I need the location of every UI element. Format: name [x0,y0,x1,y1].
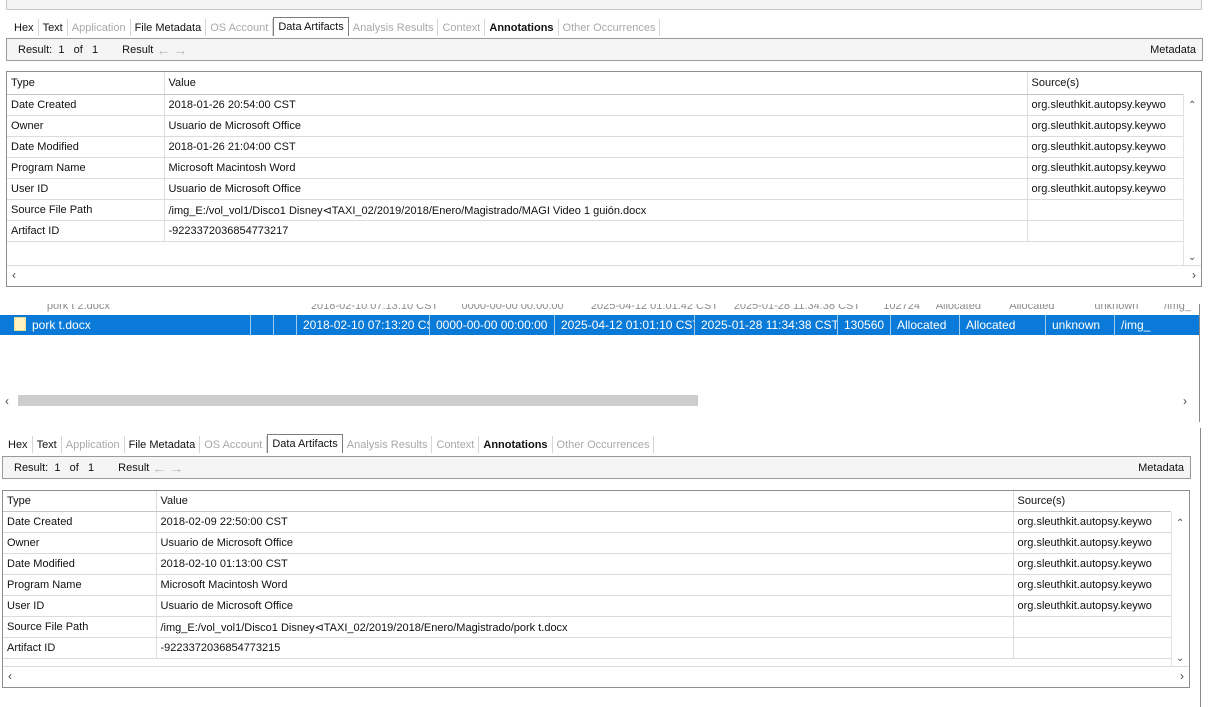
file-row-selected[interactable]: pork t.docx 2018-02-10 07:13:20 CST 0000… [0,315,1199,335]
top-frame-edge [6,0,1202,10]
table-row[interactable]: Program Name Microsoft Macintosh Word org.… [3,574,1171,596]
file-list-table: pork t 2.docx 2018-02-10 07:13:10 CST 00… [0,304,1200,422]
scroll-left-icon[interactable]: ‹ [12,268,16,282]
tab-analysis-results: Analysis Results [349,18,439,36]
tab-file-metadata[interactable]: File Metadata [125,435,201,453]
result-label: Result: 1 of 1 [14,461,95,474]
table-row[interactable]: User ID Usuario de Microsoft Office org.sl… [7,178,1183,200]
bottom-table: Type Value Source(s) Date Created 2018-02… [3,491,1171,659]
table-row[interactable]: Owner Usuario de Microsoft Office org.sleu… [3,532,1171,554]
table-row[interactable]: Source File Path/img_E:/vol_vol1/Disco1 … [3,616,1171,638]
scroll-left-icon[interactable]: ‹ [5,394,9,408]
tab-analysis-results: Analysis Results [343,435,433,453]
result-nav-label: Result [122,43,154,56]
column-header-value[interactable]: Value [156,491,1014,512]
top-horizontal-scrollbar[interactable]: ‹ › [7,265,1201,284]
arrow-left-icon[interactable]: ← [156,43,170,57]
table-row[interactable]: User ID Usuario de Microsoft Office org.sl… [3,595,1171,617]
tab-application: Application [62,435,125,453]
tab-data-artifacts[interactable]: Data Artifacts [267,434,343,453]
scroll-down-icon[interactable]: ⌄ [1188,252,1196,263]
scroll-right-icon[interactable]: › [1180,669,1184,683]
tab-annotations[interactable]: Annotations [485,18,559,36]
table-row[interactable]: Date Created 2018-02-09 22:50:00 CST org.s… [3,511,1171,533]
column-header-sources[interactable]: Source(s) [1013,491,1171,512]
tab-other-occurrences: Other Occurrences [559,18,661,36]
arrow-right-icon[interactable]: → [169,461,183,475]
table-row[interactable]: Source File Path/img_E:/vol_vol1/Disco1 … [7,199,1183,221]
column-header-value[interactable]: Value [164,72,1028,95]
scroll-left-icon[interactable]: ‹ [8,669,12,683]
tab-file-metadata[interactable]: File Metadata [131,18,207,36]
bottom-artifact-table: Type Value Source(s) Date Created 2018-02… [2,490,1190,688]
tab-other-occurrences: Other Occurrences [553,435,655,453]
tab-context: Context [438,18,486,36]
file-name-cell: pork t.docx [0,315,251,335]
word-document-icon [14,317,26,331]
column-header-type[interactable]: Type [3,491,157,512]
top-vertical-scrollbar[interactable]: ⌃ ⌄ [1183,94,1201,265]
table-row[interactable]: Date Modified 2018-02-10 01:13:00 CST org.… [3,553,1171,575]
table-row[interactable]: Date Modified 2018-01-26 21:04:00 CST org.… [7,136,1183,158]
result-nav-label: Result [118,461,150,474]
top-artifact-table: Type Value Source(s) Date Created 2018-01… [6,71,1202,287]
arrow-right-icon[interactable]: → [173,43,187,57]
metadata-label: Metadata [1138,461,1184,474]
scroll-down-icon[interactable]: ⌄ [1176,653,1184,664]
tab-text[interactable]: Text [33,435,62,453]
bottom-tab-bar: Hex Text Application File Metadata OS Ac… [4,434,655,453]
bottom-horizontal-scrollbar[interactable]: ‹ › [3,666,1189,685]
tab-hex[interactable]: Hex [10,18,39,36]
top-result-toolbar: Result: 1 of 1 Result ← → Metadata [6,38,1203,61]
scroll-right-icon[interactable]: › [1183,394,1187,408]
tab-os-account: OS Account [200,435,268,453]
table-header-row: Type Value Source(s) [7,72,1183,95]
scroll-right-icon[interactable]: › [1192,268,1196,282]
arrow-left-icon[interactable]: ← [152,461,166,475]
file-list-horizontal-scrollbar[interactable]: ‹ › [0,392,1199,410]
bottom-result-toolbar: Result: 1 of 1 Result ← → Metadata [2,456,1191,479]
top-tab-bar: Hex Text Application File Metadata OS Ac… [10,17,661,36]
tab-context: Context [432,435,480,453]
column-header-type[interactable]: Type [7,72,165,95]
scroll-up-icon[interactable]: ⌃ [1176,518,1184,529]
bottom-table-viewport: Type Value Source(s) Date Created 2018-02… [3,491,1171,666]
top-table: Type Value Source(s) Date Created 2018-01… [7,72,1183,242]
tab-os-account: OS Account [206,18,274,36]
tab-application: Application [68,18,131,36]
tab-text[interactable]: Text [39,18,68,36]
tab-hex[interactable]: Hex [4,435,33,453]
table-header-row: Type Value Source(s) [3,491,1171,512]
tab-annotations[interactable]: Annotations [479,435,553,453]
metadata-label: Metadata [1150,43,1196,56]
table-row[interactable]: Date Created 2018-01-26 20:54:00 CST org.s… [7,94,1183,116]
column-header-sources[interactable]: Source(s) [1027,72,1183,95]
table-row[interactable]: Program Name Microsoft Macintosh Word org.… [7,157,1183,179]
top-table-viewport: Type Value Source(s) Date Created 2018-01… [7,72,1183,265]
table-row[interactable]: Owner Usuario de Microsoft Office org.sleu… [7,115,1183,137]
bottom-vertical-scrollbar[interactable]: ⌃ ⌄ [1171,512,1189,666]
table-row[interactable]: Artifact ID -9223372036854773215 [3,637,1171,659]
tab-data-artifacts[interactable]: Data Artifacts [273,17,349,36]
file-row-partial[interactable]: pork t 2.docx 2018-02-10 07:13:10 CST 00… [0,304,1199,315]
scroll-up-icon[interactable]: ⌃ [1188,100,1196,111]
table-row[interactable]: Artifact ID -9223372036854773217 [7,220,1183,242]
scrollbar-thumb[interactable] [18,395,698,406]
result-label: Result: 1 of 1 [18,43,99,56]
